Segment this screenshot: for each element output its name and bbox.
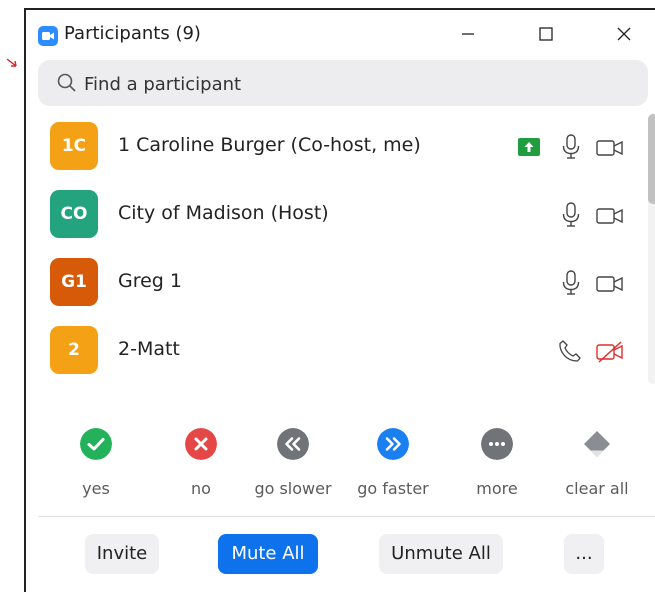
camera-off-icon[interactable]	[596, 340, 626, 364]
close-button[interactable]	[606, 20, 642, 50]
eraser-icon	[584, 431, 610, 457]
participant-name: City of Madison (Host)	[118, 202, 329, 224]
maximize-icon	[539, 27, 553, 41]
x-icon	[185, 428, 217, 460]
maximize-button[interactable]	[528, 20, 564, 50]
reaction-more[interactable]: more	[452, 428, 542, 498]
camera-icon[interactable]	[596, 275, 624, 293]
participant-list: 1C 1 Caroline Burger (Co-host, me) CO Ci…	[26, 114, 655, 394]
close-icon	[617, 27, 631, 41]
participant-row[interactable]: 1C 1 Caroline Burger (Co-host, me)	[26, 114, 636, 180]
reaction-clear-all[interactable]: clear all	[552, 428, 642, 498]
reaction-yes[interactable]: yes	[51, 428, 141, 498]
scrollbar[interactable]	[648, 114, 655, 384]
camera-icon[interactable]	[596, 139, 624, 157]
zoom-app-icon	[38, 26, 58, 46]
camera-icon[interactable]	[596, 207, 624, 225]
avatar: G1	[50, 258, 98, 306]
avatar: CO	[50, 190, 98, 238]
reaction-label: more	[476, 479, 518, 498]
reaction-no[interactable]: no	[156, 428, 246, 498]
reaction-go-slower[interactable]: go slower	[248, 428, 338, 498]
annotation-arrow-icon	[6, 58, 17, 67]
window-title: Participants (9)	[64, 23, 201, 44]
participant-row[interactable]: 2 2-Matt	[26, 318, 636, 384]
minimize-icon	[462, 33, 474, 35]
reaction-go-faster[interactable]: go faster	[348, 428, 438, 498]
participant-name: Greg 1	[118, 270, 182, 292]
reaction-label: go slower	[254, 479, 332, 498]
participants-window: Participants (9) 1C 1 Caroline Burger (C…	[24, 8, 655, 592]
raised-hand-icon	[518, 138, 540, 156]
phone-icon	[559, 340, 581, 362]
scrollbar-thumb[interactable]	[648, 114, 655, 204]
check-icon	[80, 428, 112, 460]
microphone-icon[interactable]	[561, 134, 581, 160]
participant-name: 1 Caroline Burger (Co-host, me)	[118, 134, 421, 156]
invite-button[interactable]: Invite	[85, 534, 159, 574]
more-options-button[interactable]: ...	[564, 534, 604, 574]
title-bar: Participants (9)	[26, 10, 655, 58]
reaction-label: no	[191, 479, 211, 498]
participant-name: 2-Matt	[118, 338, 180, 360]
search-icon	[57, 73, 76, 92]
participant-row[interactable]: G1 Greg 1	[26, 250, 636, 316]
mute-all-button[interactable]: Mute All	[218, 534, 318, 574]
divider	[38, 516, 655, 517]
reaction-label: clear all	[565, 479, 629, 498]
rewind-icon	[277, 428, 309, 460]
search-bar[interactable]	[38, 60, 648, 106]
participant-row[interactable]: CO City of Madison (Host)	[26, 182, 636, 248]
avatar: 1C	[50, 122, 98, 170]
minimize-button[interactable]	[450, 20, 486, 50]
avatar: 2	[50, 326, 98, 374]
more-icon	[481, 428, 513, 460]
unmute-all-button[interactable]: Unmute All	[379, 534, 503, 574]
fast-forward-icon	[377, 428, 409, 460]
microphone-icon[interactable]	[561, 270, 581, 296]
reaction-label: yes	[82, 479, 110, 498]
reaction-label: go faster	[357, 479, 429, 498]
search-input[interactable]	[82, 70, 626, 98]
microphone-icon[interactable]	[561, 202, 581, 228]
